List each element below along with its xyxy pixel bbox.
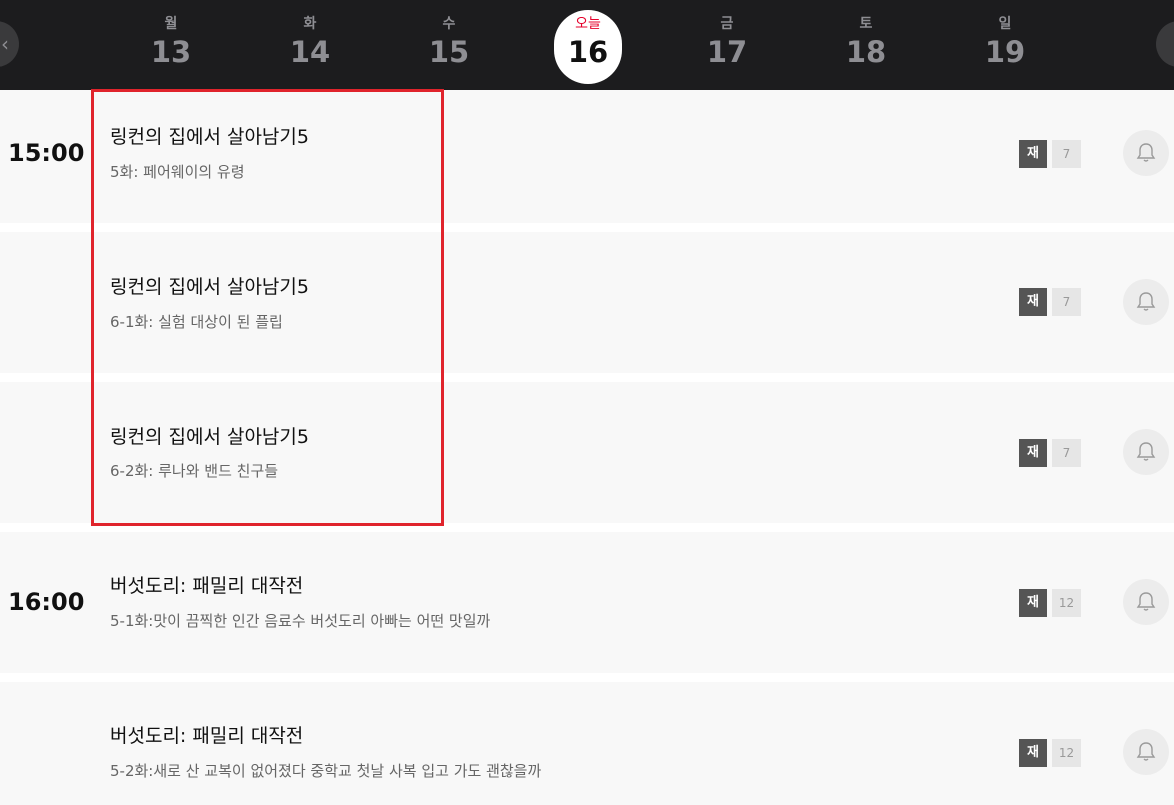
rerun-badge: 재 <box>1019 589 1047 617</box>
day-tue[interactable]: 화 14 <box>275 14 345 70</box>
day-number: 16 <box>567 35 609 69</box>
rerun-badge: 재 <box>1019 140 1047 168</box>
day-sat[interactable]: 토 18 <box>831 14 901 70</box>
chevron-left-icon: ‹ <box>1 32 9 56</box>
age-rating-badge: 12 <box>1052 589 1081 617</box>
program-title[interactable]: 버섯도리: 패밀리 대작전 <box>110 723 303 749</box>
program-title[interactable]: 링컨의 집에서 살아남기5 <box>110 424 309 450</box>
next-week-button[interactable] <box>1156 21 1174 67</box>
bell-icon <box>1136 143 1156 162</box>
program-title[interactable]: 링컨의 집에서 살아남기5 <box>110 124 309 150</box>
age-rating-badge: 12 <box>1052 739 1081 767</box>
alarm-button[interactable] <box>1123 279 1169 325</box>
schedule-row[interactable]: 링컨의 집에서 살아남기5 6-2화: 루나와 밴드 친구들 재 7 <box>0 382 1174 523</box>
episode-title: 5-2화:새로 산 교복이 없어졌다 중학교 첫날 사복 입고 가도 괜찮을까 <box>110 762 542 780</box>
alarm-button[interactable] <box>1123 429 1169 475</box>
alarm-button[interactable] <box>1123 729 1169 775</box>
bell-icon <box>1136 292 1156 311</box>
alarm-button[interactable] <box>1123 579 1169 625</box>
day-number: 19 <box>984 35 1026 69</box>
episode-title: 5-1화:맛이 끔찍한 인간 음료수 버섯도리 아빠는 어떤 맛일까 <box>110 612 491 630</box>
day-of-week: 일 <box>998 16 1012 32</box>
rerun-badge: 재 <box>1019 288 1047 316</box>
day-fri[interactable]: 금 17 <box>692 14 762 70</box>
day-today[interactable]: 오늘 16 <box>554 10 622 84</box>
schedule-row[interactable]: 15:00 링컨의 집에서 살아남기5 5화: 페어웨이의 유령 재 7 <box>0 90 1174 223</box>
program-title[interactable]: 버섯도리: 패밀리 대작전 <box>110 573 303 599</box>
bell-icon <box>1136 742 1156 761</box>
age-rating-badge: 7 <box>1052 140 1081 168</box>
day-of-week: 화 <box>303 16 317 32</box>
day-number: 18 <box>845 35 887 69</box>
schedule-row[interactable]: 16:00 버섯도리: 패밀리 대작전 5-1화:맛이 끔찍한 인간 음료수 버… <box>0 532 1174 673</box>
day-mon[interactable]: 월 13 <box>136 14 206 70</box>
schedule-row[interactable]: 버섯도리: 패밀리 대작전 5-2화:새로 산 교복이 없어졌다 중학교 첫날 … <box>0 682 1174 805</box>
bell-icon <box>1136 592 1156 611</box>
airtime: 16:00 <box>8 588 85 616</box>
day-number: 15 <box>428 35 470 69</box>
episode-title: 6-2화: 루나와 밴드 친구들 <box>110 462 279 480</box>
day-number: 17 <box>706 35 748 69</box>
program-title[interactable]: 링컨의 집에서 살아남기5 <box>110 274 309 300</box>
day-of-week: 토 <box>859 16 873 32</box>
day-of-week: 금 <box>720 16 734 32</box>
day-number: 14 <box>289 35 331 69</box>
rerun-badge: 재 <box>1019 439 1047 467</box>
rerun-badge: 재 <box>1019 739 1047 767</box>
episode-title: 5화: 페어웨이의 유령 <box>110 163 245 181</box>
day-of-week: 수 <box>442 16 456 32</box>
prev-week-button[interactable]: ‹ <box>0 21 19 67</box>
day-of-week: 월 <box>164 16 178 32</box>
airtime: 15:00 <box>8 139 85 167</box>
alarm-button[interactable] <box>1123 130 1169 176</box>
today-label: 오늘 <box>575 16 601 32</box>
episode-title: 6-1화: 실험 대상이 된 플립 <box>110 313 283 331</box>
day-number: 13 <box>150 35 192 69</box>
day-sun[interactable]: 일 19 <box>970 14 1040 70</box>
age-rating-badge: 7 <box>1052 288 1081 316</box>
bell-icon <box>1136 442 1156 461</box>
date-navigation-bar: ‹ 월 13 화 14 수 15 오늘 16 금 17 토 18 일 19 <box>0 0 1174 90</box>
age-rating-badge: 7 <box>1052 439 1081 467</box>
schedule-row[interactable]: 링컨의 집에서 살아남기5 6-1화: 실험 대상이 된 플립 재 7 <box>0 232 1174 373</box>
day-wed[interactable]: 수 15 <box>414 14 484 70</box>
